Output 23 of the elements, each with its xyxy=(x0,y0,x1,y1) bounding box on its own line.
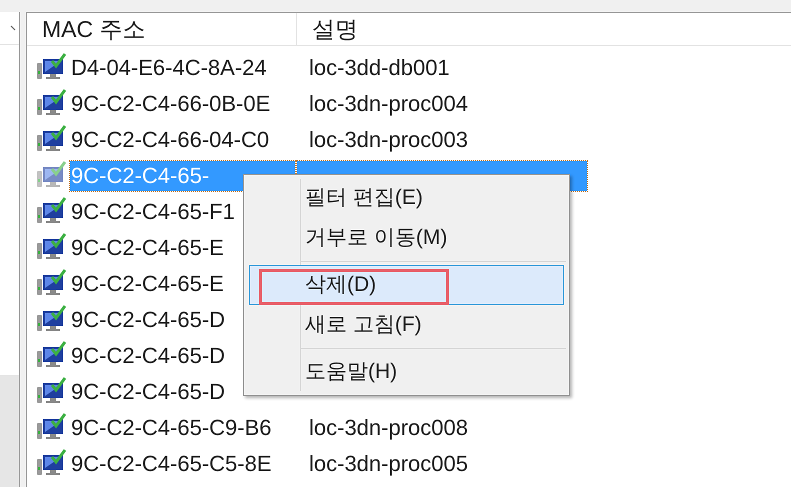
column-header[interactable]: 설명 xyxy=(297,13,791,45)
description-cell-text: loc-3dn-proc005 xyxy=(308,450,469,478)
mac-address-cell[interactable]: 9C-C2-C4-65-D xyxy=(70,305,226,335)
mac-address-cell[interactable]: 9C-C2-C4-65-E xyxy=(70,269,225,299)
menu-item[interactable]: 거부로 이동(M) xyxy=(249,218,564,258)
description-cell-text: loc-3dd-db001 xyxy=(308,54,451,82)
mac-address-cell[interactable]: 9C-C2-C4-65-E xyxy=(70,233,225,263)
caret-icon xyxy=(10,25,16,31)
description-cell-text: loc-3dn-proc003 xyxy=(308,126,469,154)
mac-address-cell[interactable]: 9C-C2-C4-65-D xyxy=(70,377,226,407)
mac-address-cell[interactable]: 9C-C2-C4-65-F1 xyxy=(70,197,236,227)
description-cell-text: loc-3dn-proc008 xyxy=(308,414,469,442)
column-header[interactable]: MAC 주소 xyxy=(27,13,297,45)
mac-address-cell[interactable]: 9C-C2-C4-66-04-C0 xyxy=(70,125,270,155)
menu-item[interactable]: 삭제(D) xyxy=(249,265,564,305)
mac-address-cell[interactable]: 9C-C2-C4-66-0B-0E xyxy=(70,89,272,119)
menu-item[interactable]: 새로 고침(F) xyxy=(249,305,564,345)
menu-item[interactable]: 도움말(H) xyxy=(249,352,564,392)
mac-address-cell[interactable]: 9C-C2-C4-65-C9-B6 xyxy=(70,413,273,443)
mac-address-cell[interactable]: 9C-C2-C4-65-D xyxy=(70,341,226,371)
mac-address-cell[interactable]: 9C-C2-C4-65-C5-8E xyxy=(70,449,273,479)
description-cell-text: loc-3dn-proc004 xyxy=(308,90,469,118)
mac-address-cell[interactable]: D4-04-E6-4C-8A-24 xyxy=(70,53,268,83)
